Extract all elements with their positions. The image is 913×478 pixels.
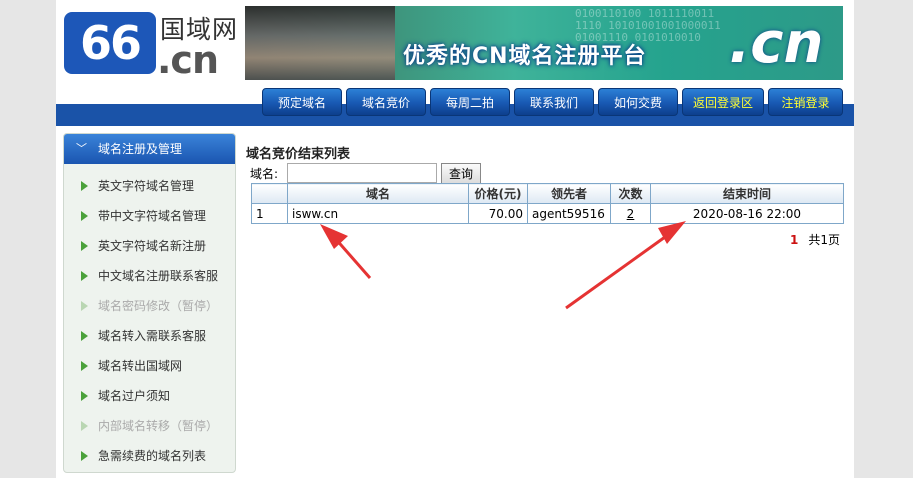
arrow-shaft [565, 230, 673, 310]
annotation-arrows [320, 221, 686, 310]
arrow-to-end-time [565, 221, 686, 310]
arrow-to-domain [320, 224, 372, 279]
arrow-head [320, 224, 348, 249]
